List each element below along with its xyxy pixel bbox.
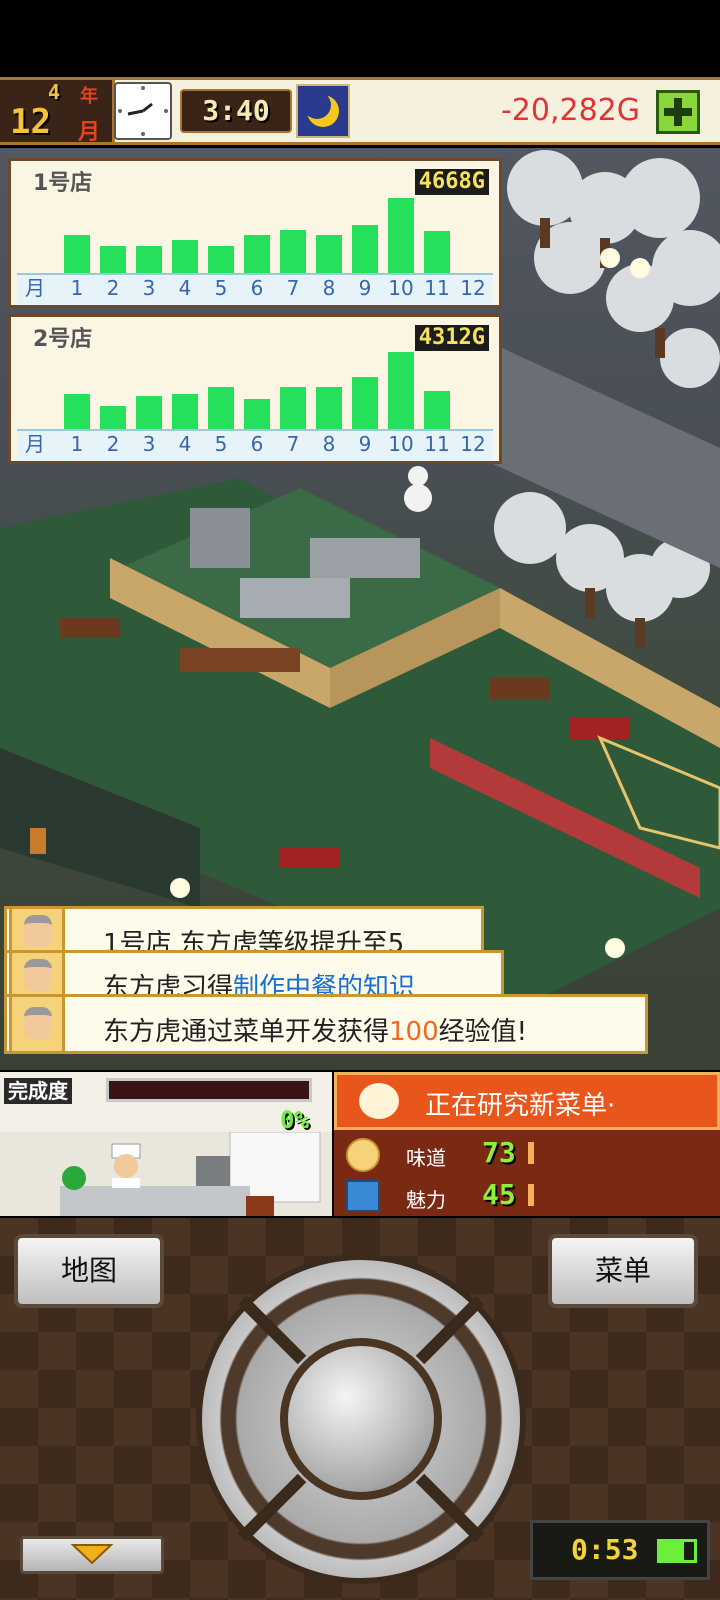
progress-bar [106,1078,312,1102]
charm-icon [346,1180,380,1212]
research-title: 正在研究新菜单· [425,1091,616,1121]
store2-sales-panel: 2号店 4312G 月 1 2 3 4 5 6 7 8 9 10 11 12 [8,314,502,464]
sales-bar-month-11 [424,391,450,429]
month-tick-label: 7 [287,276,300,300]
sales-bar-month-4 [172,394,198,429]
sales-bar-month-1 [64,394,90,429]
research-header: 正在研究新菜单· [334,1072,720,1130]
sales-bar-month-8 [316,387,342,429]
taste-label: 味道 [406,1146,446,1170]
dish-icon [359,1083,399,1119]
axis-label: 月 [25,276,45,300]
dpad-center-button[interactable] [280,1338,442,1500]
axis-label: 月 [25,432,45,456]
date-display: 4 年 12 月 [0,80,115,145]
month-tick-label: 2 [107,432,120,456]
charm-bar [528,1184,534,1206]
store1-sales-panel: 1号店 4668G 月 1 2 3 4 5 6 7 8 9 10 11 12 [8,158,502,308]
month-tick-label: 9 [359,432,372,456]
sales-bar-month-8 [316,235,342,273]
taste-icon [346,1138,380,1172]
month-tick-label: 1 [71,432,84,456]
map-button[interactable]: 地图 [14,1234,164,1308]
status-bar: 4 年 12 月 3:40 -20,282G [0,77,720,145]
sales-bar-month-5 [208,387,234,429]
month-tick-label: 9 [359,276,372,300]
sales-bar-month-11 [424,231,450,273]
taste-bar [528,1142,534,1164]
year-number: 4 [48,80,61,104]
sales-bar-month-2 [100,246,126,273]
month-tick-label: 3 [143,432,156,456]
charm-label: 魅力 [406,1188,446,1212]
notification-text: 东方虎通过菜单开发获得100经验值! [103,1017,528,1047]
sales-bar-month-7 [280,387,306,429]
staff-avatar-icon [9,950,65,1000]
sales-bar-month-9 [352,377,378,429]
dpad[interactable] [196,1254,526,1584]
timer-display: 0:53 [530,1520,710,1580]
month-tick-label: 6 [251,276,264,300]
month-tick-label: 5 [215,276,228,300]
sales-bar-month-3 [136,246,162,273]
month-tick-label: 6 [251,432,264,456]
month-number: 12 [10,102,51,142]
month-tick-label: 4 [179,276,192,300]
month-tick-label: 2 [107,276,120,300]
research-panel: 正在研究新菜单· 味道 73 魅力 45 [334,1072,720,1216]
month-tick-label: 7 [287,432,300,456]
sales-bar-month-10 [388,198,414,273]
sales-bar-month-6 [244,399,270,429]
store2-sales-chart: 月 1 2 3 4 5 6 7 8 9 10 11 12 [25,352,486,456]
month-tick-label: 11 [424,432,449,456]
month-tick-label: 12 [460,432,485,456]
sales-bar-month-3 [136,396,162,429]
month-tick-label: 5 [215,432,228,456]
sales-bar-month-1 [64,235,90,273]
game-scene[interactable]: 1号店 4668G 月 1 2 3 4 5 6 7 8 9 10 11 12 2号店 4312G 月12… [0,148,720,1070]
year-unit: 年 [80,86,98,107]
charm-value: 45 [482,1178,516,1211]
sales-bar-month-10 [388,352,414,429]
month-tick-label: 8 [323,276,336,300]
sales-bar-month-9 [352,225,378,273]
plus-icon[interactable] [656,90,700,134]
month-unit: 月 [78,120,101,145]
staff-avatar-icon [9,906,65,956]
notification-level-up: 1号店 东方虎等级提升至5 [4,906,484,959]
sales-bar-month-2 [100,406,126,429]
chef-cooking-art [0,1132,332,1216]
kitchen-panel: 完成度 0% [0,1072,332,1216]
month-tick-label: 12 [460,276,485,300]
progress-percent: 0% [280,1106,309,1134]
moon-icon [296,84,350,138]
month-tick-label: 11 [424,276,449,300]
game-time: 3:40 [180,89,292,133]
sales-bar-month-4 [172,240,198,273]
menu-button[interactable]: 菜单 [548,1234,698,1308]
month-tick-label: 4 [179,432,192,456]
month-tick-label: 1 [71,276,84,300]
sales-bar-month-6 [244,235,270,273]
chevron-down-icon [70,1544,114,1565]
timer-text: 0:53 [571,1533,639,1566]
sales-bar-month-5 [208,246,234,273]
notification-exp: 东方虎通过菜单开发获得100经验值! [4,994,648,1054]
month-tick-label: 10 [388,276,413,300]
month-tick-label: 8 [323,432,336,456]
store1-sales-chart: 月 1 2 3 4 5 6 7 8 9 10 11 12 [25,198,486,300]
staff-avatar-icon [9,994,65,1054]
battery-icon [657,1539,697,1563]
month-tick-label: 10 [388,432,413,456]
clock-icon [114,82,172,140]
progress-label: 完成度 [4,1078,72,1104]
notification-skill: 东方虎习得制作中餐的知识 [4,950,504,1003]
taste-value: 73 [482,1136,516,1169]
money-display: -20,282G [500,93,640,128]
month-tick-label: 3 [143,276,156,300]
sales-bar-month-7 [280,230,306,273]
collapse-button[interactable] [20,1536,164,1574]
